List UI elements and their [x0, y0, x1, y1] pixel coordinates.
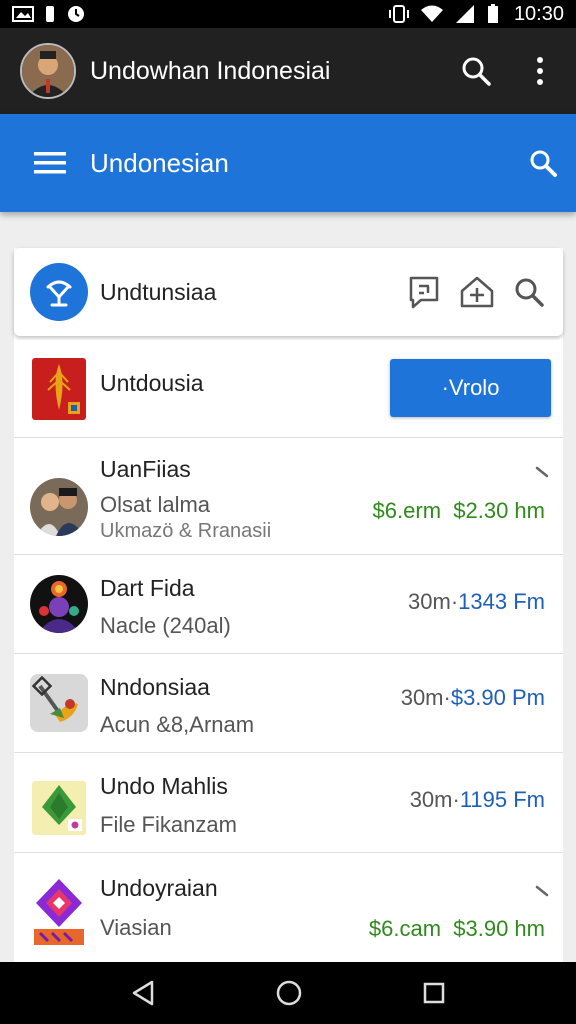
item-price-left: $6.cam: [368, 916, 442, 941]
toolbar-title: Undonesian: [90, 147, 229, 178]
item-subtitle: Olsat lalma: [100, 492, 211, 517]
item-price-right: $2.30 hm: [453, 498, 545, 523]
overflow-menu-button[interactable]: [518, 49, 562, 93]
item-meta: 30m·1343 Fm: [408, 589, 545, 615]
item-meta: 30m·$3.90 Pm: [401, 685, 545, 711]
item-meta: 30m·1195 Fm: [410, 787, 545, 813]
item-duration: 30m: [409, 787, 453, 812]
header-card: Undtunsiaa: [14, 248, 563, 336]
collapse-chevron-icon[interactable]: [535, 466, 551, 478]
status-time: 10:30: [513, 3, 564, 25]
item-subtitle-secondary: Ukmazö & Rranasii: [100, 520, 272, 542]
featured-thumbnail: [32, 358, 86, 420]
item-price: $6.cam $3.90 hm: [369, 916, 545, 942]
item-thumbnail: [30, 674, 88, 732]
status-left: [12, 4, 86, 24]
toolbar: Undonesian: [0, 114, 576, 212]
alarm-notification-icon: [68, 6, 84, 22]
featured-title: Untdousia: [100, 370, 204, 396]
vibrate-icon: [388, 5, 409, 23]
featured-action-button[interactable]: ·Vrolo: [390, 359, 551, 417]
home-circle-icon: [276, 980, 302, 1006]
item-value: $3.90 Pm: [450, 685, 545, 710]
message-button[interactable]: [407, 274, 441, 310]
message-icon: [409, 276, 439, 309]
community-logo-icon: [30, 263, 88, 321]
menu-button[interactable]: [34, 151, 66, 175]
item-title: UanFiias: [100, 456, 191, 482]
item-avatar: [30, 575, 88, 633]
list-item[interactable]: Undo Mahlis File Fikanzam 30m·1195 Fm: [14, 753, 563, 853]
item-price: $6.erm $2.30 hm: [373, 498, 545, 524]
search-button[interactable]: [454, 49, 498, 93]
item-price-right: $3.90 hm: [453, 916, 545, 941]
hamburger-menu-icon: [34, 152, 66, 174]
battery-icon: [487, 4, 498, 23]
back-button[interactable]: [130, 979, 156, 1007]
more-vert-icon: [537, 57, 543, 85]
meta-separator: ·: [452, 787, 460, 812]
recents-button[interactable]: [422, 981, 446, 1005]
item-thumbnail: [32, 781, 86, 835]
status-right: 10:30: [388, 4, 564, 24]
item-subtitle: Acun &8,Arnam: [100, 712, 255, 737]
list-item[interactable]: Undoyraian Viasian $6.cam $3.90 hm: [14, 853, 563, 964]
item-title: Undoyraian: [100, 875, 218, 901]
item-duration: 30m: [408, 589, 451, 614]
toolbar-search-button[interactable]: [528, 148, 558, 178]
item-value: 1195 Fm: [459, 787, 545, 812]
collapse-chevron-icon[interactable]: [535, 885, 551, 897]
add-home-icon: [460, 276, 494, 308]
wifi-icon: [420, 5, 443, 22]
search-icon: [462, 57, 491, 86]
signal-icon: [455, 5, 474, 23]
image-notification-icon: [12, 6, 34, 22]
add-button[interactable]: [459, 275, 495, 309]
meta-separator: ·: [443, 685, 451, 710]
system-nav-bar: [0, 962, 576, 1024]
item-title: Undo Mahlis: [100, 773, 228, 799]
item-subtitle: File Fikanzam: [100, 812, 237, 837]
item-title: Nndonsiaa: [100, 674, 210, 700]
status-bar: 10:30: [0, 0, 576, 28]
app-title: Undowhan Indonesiai: [90, 56, 331, 85]
item-subtitle: Viasian: [100, 915, 172, 940]
card-search-button[interactable]: [513, 276, 545, 308]
search-icon: [530, 150, 557, 177]
app-bar: Undowhan Indonesiai: [0, 28, 576, 114]
header-card-title: Undtunsiaa: [100, 278, 217, 305]
profile-avatar[interactable]: [20, 43, 76, 99]
back-triangle-icon: [132, 980, 153, 1006]
list-item[interactable]: Nndonsiaa Acun &8,Arnam 30m·$3.90 Pm: [14, 654, 563, 753]
item-value: 1343 Fm: [458, 589, 545, 614]
header-card-actions: [407, 274, 545, 310]
recents-square-icon: [424, 982, 445, 1004]
item-price-left: $6.erm: [372, 498, 442, 523]
featured-row[interactable]: Untdousia ·Vrolo: [14, 340, 563, 438]
list-item[interactable]: UanFiias Olsat lalma Ukmazö & Rranasii $…: [14, 438, 563, 555]
item-title: Dart Fida: [100, 575, 195, 601]
home-button[interactable]: [275, 979, 303, 1007]
search-icon: [515, 278, 544, 307]
item-duration: 30m: [400, 685, 444, 710]
item-avatar: [30, 478, 88, 536]
item-subtitle: Nacle (240al): [100, 613, 231, 638]
battery-notification-icon: [46, 6, 54, 22]
item-thumbnail: [30, 877, 88, 947]
list-item[interactable]: Dart Fida Nacle (240al) 30m·1343 Fm: [14, 555, 563, 654]
